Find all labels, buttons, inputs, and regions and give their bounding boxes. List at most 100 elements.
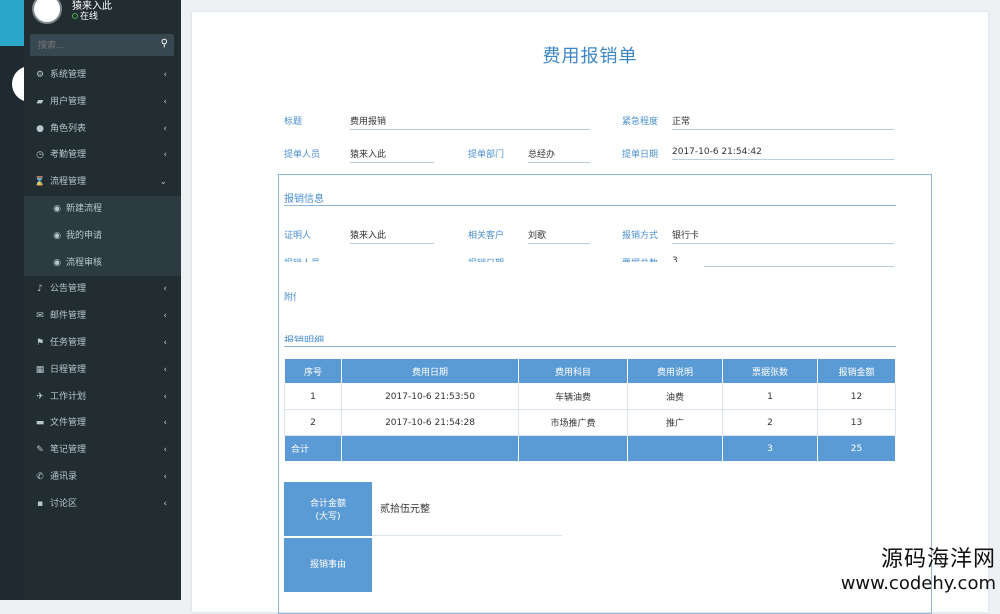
cell-amount: 13 [817,409,896,436]
user-panel: 猿来入此 在线 [24,0,181,30]
reimburse-date-label: 报销日期 [468,256,504,262]
method-field[interactable]: 银行卡 [672,228,894,244]
col-header-date: 费用日期 [341,358,519,384]
table-row[interactable]: 1 2017-10-6 21:53:50 车辆油费 油费 1 12 [284,383,896,410]
cell-index: 1 [284,383,342,410]
department-label: 提单部门 [468,150,505,160]
reimburser-label: 报销人员 [284,256,320,262]
gear-icon: ⚙ [35,70,45,80]
witness-field[interactable]: 猿来入此 [350,228,434,244]
sidebar-item-label: 我的申请 [66,230,103,241]
sidebar-item-label: 日程管理 [50,364,87,375]
sidebar: 猿来入此 在线 ⚲ ⚙ 系统管理 ‹ ▰ 用户管理 ‹ ● 角色列表 ‹ ◷ 考勤管理 ‹ ⌛ 流… [24,0,181,600]
sidebar-item-tasks[interactable]: ⚑ 任务管理 ‹ [24,330,181,357]
sidebar-menu: ⚙ 系统管理 ‹ ▰ 用户管理 ‹ ● 角色列表 ‹ ◷ 考勤管理 ‹ ⌛ 流程管理 ⌄ ◉ 新建流程… [24,62,181,518]
bill-count-value: 3 [672,256,678,262]
witness-label: 证明人 [284,231,312,241]
sidebar-item-work-plan[interactable]: ✈ 工作计划 ‹ [24,384,181,411]
sum-label-line1: 合计金额 [309,499,346,509]
flag-icon: ⚑ [35,337,45,348]
sidebar-item-process[interactable]: ⌛ 流程管理 ⌄ [24,169,181,196]
sum-label-cell: 合计金额 (大写) [284,482,372,536]
users-icon: ▰ [36,96,44,107]
chevron-left-icon: ‹ [163,150,167,161]
sidebar-item-attendance[interactable]: ◷ 考勤管理 ‹ [24,142,181,169]
cell-total-label: 合计 [284,435,342,462]
department-field[interactable]: 总经办 [528,147,590,163]
sidebar-item-new-process[interactable]: ◉ 新建流程 [24,196,181,223]
sidebar-item-process-review[interactable]: ◉ 流程审核 [24,250,181,277]
customer-field[interactable]: 刘歌 [528,228,590,244]
chevron-left-icon: ‹ [163,337,167,348]
sidebar-item-system[interactable]: ⚙ 系统管理 ‹ [24,62,181,89]
avatar[interactable] [32,0,62,24]
watermark-title: 源码海洋网 [880,547,996,572]
circle-dot-icon: ◉ [53,230,61,241]
chevron-left-icon: ‹ [163,284,167,295]
sidebar-item-discussion[interactable]: ▪ 讨论区 ‹ [24,491,181,518]
submitter-label: 提单人员 [284,150,321,160]
sidebar-item-mail[interactable]: ✉ 邮件管理 ‹ [24,303,181,330]
sidebar-item-users[interactable]: ▰ 用户管理 ‹ [24,89,181,116]
chevron-left-icon: ‹ [163,364,167,375]
cell-bill-count: 2 [722,409,818,436]
sidebar-item-my-requests[interactable]: ◉ 我的申请 [24,223,181,250]
sidebar-item-label: 考勤管理 [50,150,87,161]
sidebar-item-label: 流程管理 [50,177,87,188]
col-header-bill-count: 票据张数 [722,358,818,384]
online-status-icon [72,13,78,19]
col-header-description: 费用说明 [627,358,723,384]
customer-label: 相关客户 [468,231,505,241]
mail-icon: ✉ [36,311,44,322]
chevron-left-icon: ‹ [163,70,167,80]
sidebar-item-roles[interactable]: ● 角色列表 ‹ [24,116,181,143]
sidebar-item-label: 系统管理 [50,70,87,80]
search-input[interactable] [36,37,150,55]
bill-count-label: 票据总数 [622,256,658,262]
search-icon[interactable]: ⚲ [161,38,168,49]
field-underline [704,266,894,267]
cell-amount: 12 [817,383,896,410]
col-header-index: 序号 [284,358,342,384]
divider [284,346,896,347]
table-total-row: 合计 3 25 [284,435,896,462]
sidebar-item-label: 讨论区 [50,498,78,509]
urgency-label: 紧急程度 [622,117,659,127]
sidebar-item-notes[interactable]: ✎ 笔记管理 ‹ [24,437,181,464]
clock-icon: ◷ [36,150,44,161]
chevron-left-icon: ‹ [163,391,167,402]
cell-total-empty [341,435,519,462]
urgency-field[interactable]: 正常 [672,114,894,130]
title-field[interactable]: 费用报销 [350,114,590,130]
cell-total-amount: 25 [817,435,896,462]
sidebar-item-label: 流程审核 [66,257,103,268]
sidebar-item-files[interactable]: ▬ 文件管理 ‹ [24,410,181,437]
cell-total-empty [518,435,628,462]
page-title: 费用报销单 [542,46,638,67]
sidebar-item-announcements[interactable]: ♪ 公告管理 ‹ [24,276,181,303]
cell-category: 车辆油费 [518,383,628,410]
sum-in-words: 贰拾伍元整 [380,504,430,515]
section-title-info: 报销信息 [284,194,324,205]
submitter-field[interactable]: 猿来入此 [350,147,434,163]
sidebar-item-label: 新建流程 [66,203,103,214]
sidebar-item-label: 角色列表 [50,123,87,134]
sidebar-item-contacts[interactable]: ✆ 通讯录 ‹ [24,464,181,491]
submit-date-field[interactable]: 2017-10-6 21:54:42 [672,147,894,160]
cell-index: 2 [284,409,342,436]
user-icon: ● [36,123,44,134]
sidebar-item-schedule[interactable]: ▦ 日程管理 ‹ [24,357,181,384]
col-header-amount: 报销金额 [817,358,896,384]
cell-date: 2017-10-6 21:54:28 [341,409,519,436]
bell-icon: ♪ [37,284,43,295]
chevron-left-icon: ‹ [163,311,167,322]
table-header-row: 序号 费用日期 费用科目 费用说明 票据张数 报销金额 [284,358,896,384]
sidebar-item-label: 用户管理 [50,96,87,107]
cell-date: 2017-10-6 21:53:50 [341,383,519,410]
table-row[interactable]: 2 2017-10-6 21:54:28 市场推广费 推广 2 13 [284,409,896,436]
cell-total-empty [627,435,723,462]
sidebar-item-label: 笔记管理 [50,445,87,456]
chevron-left-icon: ‹ [163,123,167,134]
chevron-left-icon: ‹ [163,418,167,429]
section-title-detail: 报销明细 [284,336,324,342]
